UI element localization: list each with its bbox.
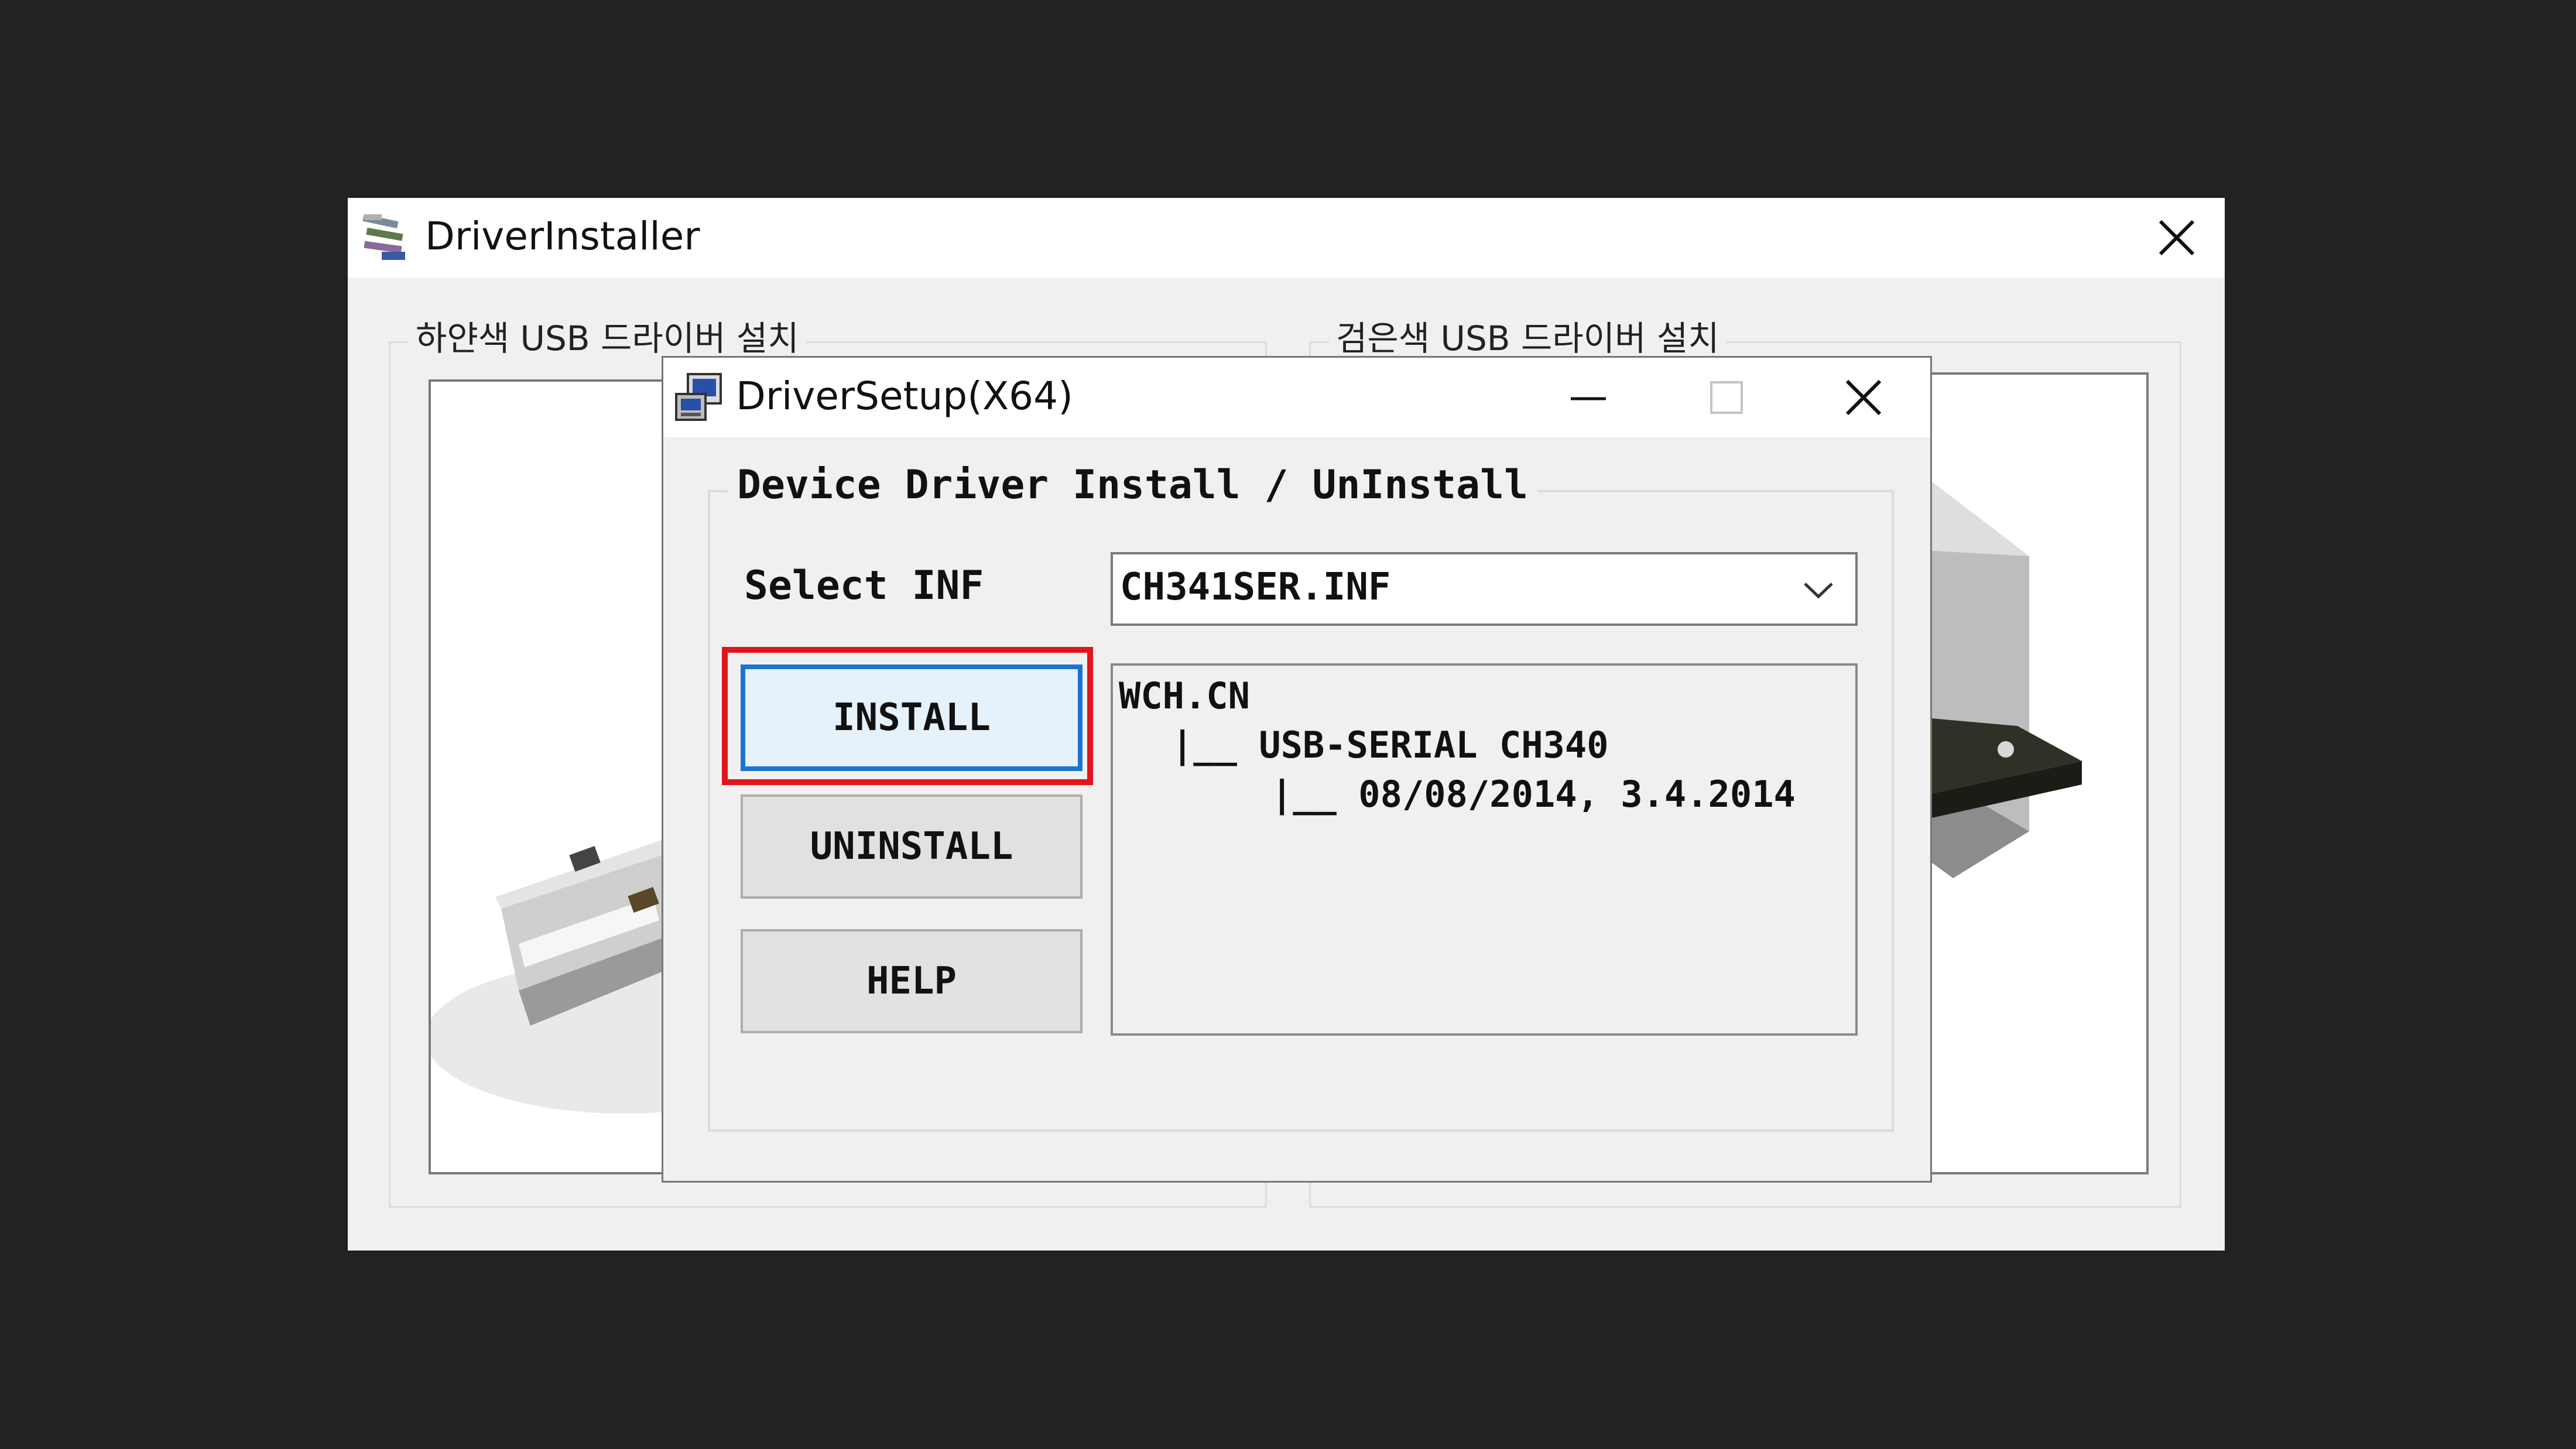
dialog-title-bar[interactable]: DriverSetup(X64) (663, 358, 1930, 437)
driver-info-box: WCH.CN |__ USB-SERIAL CH340 |__ 08/08/20… (1111, 663, 1858, 1036)
black-usb-group-label: 검은색 USB 드라이버 설치 (1329, 315, 1727, 362)
close-icon[interactable] (1834, 368, 1893, 427)
inf-select-value: CH341SER.INF (1120, 566, 1391, 609)
driver-setup-app-icon (675, 373, 722, 421)
white-usb-group-label: 하얀색 USB 드라이버 설치 (409, 315, 806, 362)
info-line-vendor: WCH.CN (1119, 674, 1250, 717)
uninstall-button[interactable]: UNINSTALL (741, 794, 1083, 899)
install-button[interactable]: INSTALL (741, 664, 1083, 771)
dialog-title: DriverSetup(X64) (736, 374, 1073, 419)
close-icon[interactable] (2147, 208, 2206, 267)
outer-title-bar[interactable]: DriverInstaller (348, 198, 2225, 278)
info-line-device: |__ USB-SERIAL CH340 (1171, 724, 1609, 766)
select-inf-label: Select INF (744, 563, 984, 609)
device-driver-group-label: Device Driver Install / UnInstall (728, 456, 1538, 515)
maximize-icon[interactable] (1697, 368, 1756, 427)
chevron-down-icon[interactable] (1798, 570, 1839, 611)
inf-select[interactable]: CH341SER.INF (1111, 552, 1858, 626)
outer-window-title: DriverInstaller (425, 214, 700, 259)
info-line-version: |__ 08/08/2014, 3.4.2014 (1271, 773, 1796, 816)
minimize-icon[interactable] (1559, 368, 1618, 427)
driver-setup-dialog: DriverSetup(X64) Device Driver Install /… (662, 356, 1932, 1183)
help-button[interactable]: HELP (741, 929, 1083, 1033)
driver-installer-app-icon (362, 214, 405, 260)
